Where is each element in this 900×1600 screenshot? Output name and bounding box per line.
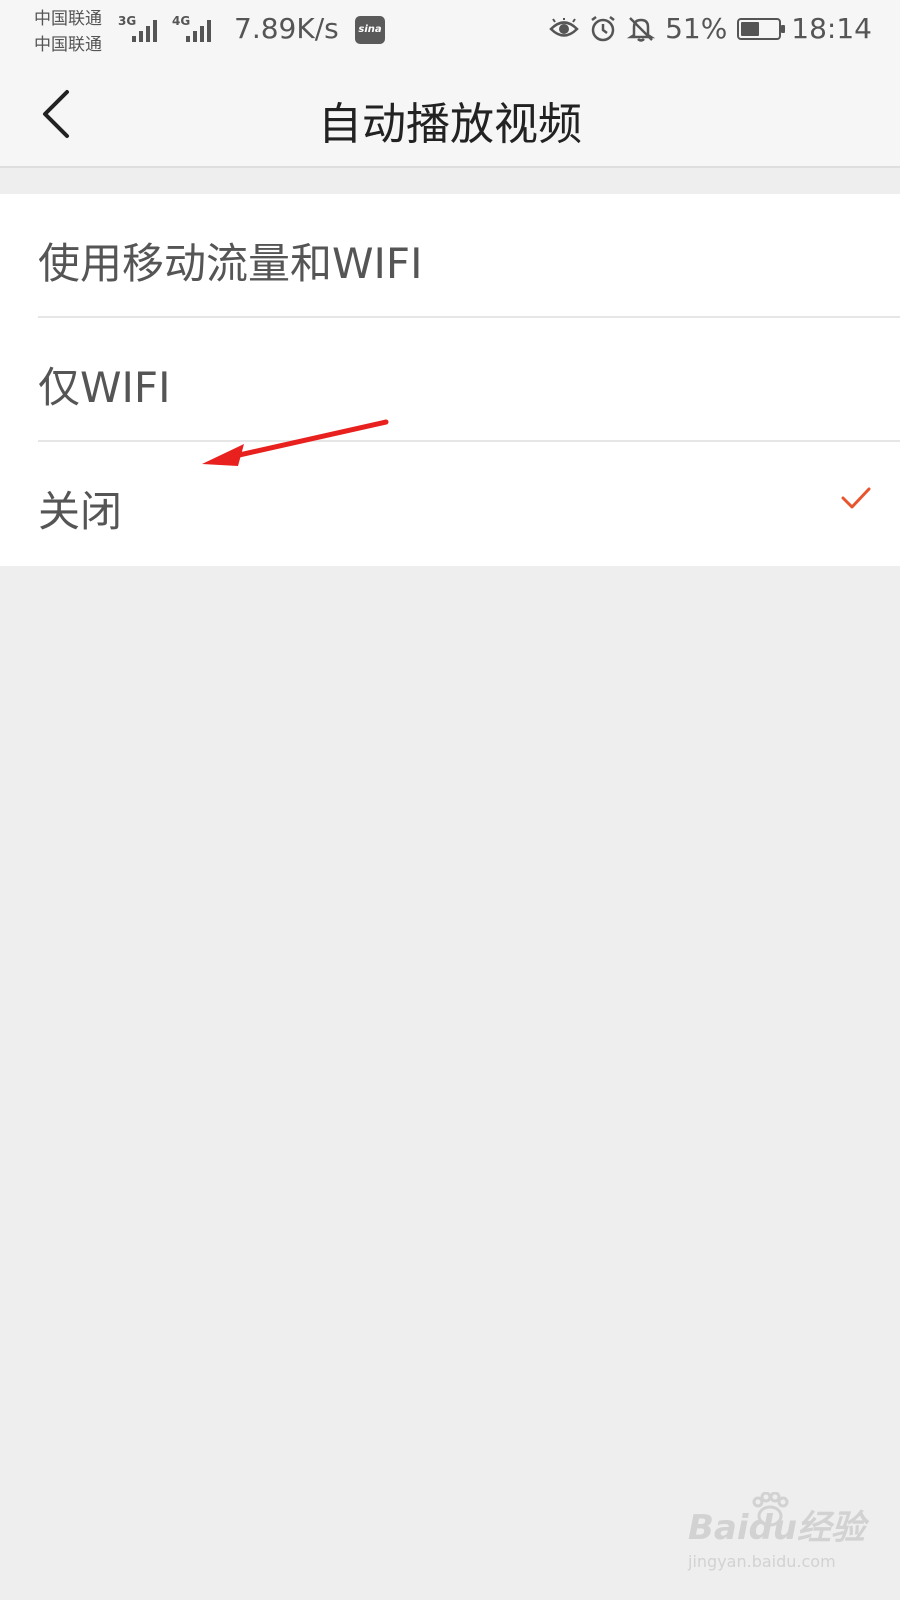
status-right-group: 51% 18:14 — [549, 12, 872, 45]
option-mobile-and-wifi[interactable]: 使用移动流量和WIFI — [0, 194, 900, 318]
annotation-arrow-icon — [202, 419, 389, 466]
baidu-watermark: Baidu经验 jingyan.baidu.com — [688, 1492, 888, 1590]
check-icon — [840, 486, 872, 514]
option-off[interactable]: 关闭 — [0, 442, 900, 566]
carrier-1-label: 中国联通 — [34, 9, 102, 29]
battery-level-fill — [741, 21, 760, 36]
page-title: 自动播放视频 — [318, 99, 582, 150]
carrier-2-label: 中国联通 — [34, 35, 102, 55]
bell-off-icon — [627, 15, 656, 43]
nav-bar: 自动播放视频 — [0, 64, 900, 168]
option-label: 仅WIFI — [38, 363, 171, 412]
signal-2-icon — [186, 20, 211, 42]
network-speed: 7.89K/s — [234, 12, 339, 45]
signal-1-icon — [132, 20, 157, 42]
status-bar: 中国联通 中国联通 3G 4G 7.89K/s sina 51% 18:14 — [0, 0, 900, 64]
option-label: 关闭 — [38, 487, 123, 536]
battery-icon — [737, 17, 786, 40]
options-list: 使用移动流量和WIFI 仅WIFI 关闭 — [0, 194, 900, 566]
sina-app-icon: sina — [355, 16, 385, 44]
option-wifi-only[interactable]: 仅WIFI — [0, 318, 900, 442]
watermark-url: jingyan.baidu.com — [688, 1552, 836, 1571]
clock-time: 18:14 — [791, 12, 872, 45]
alarm-icon — [589, 15, 617, 43]
paw-icon — [752, 1492, 789, 1527]
eye-icon — [549, 17, 579, 40]
battery-percent: 51% — [665, 12, 728, 45]
carrier-info: 中国联通 中国联通 — [34, 6, 102, 58]
option-label: 使用移动流量和WIFI — [38, 239, 423, 288]
